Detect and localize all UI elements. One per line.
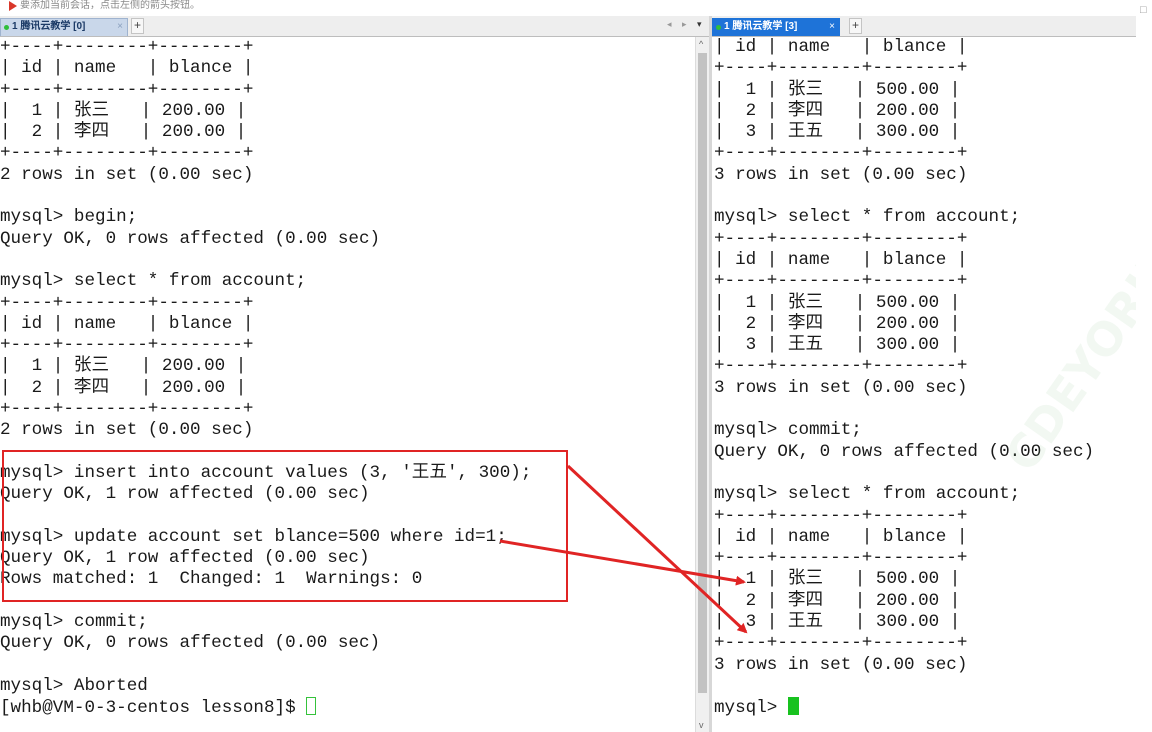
scroll-up-icon[interactable]: ^ (699, 39, 703, 49)
terminal-line: mysql> select * from account; (714, 207, 1021, 228)
terminal-line: +----+--------+--------+ (714, 228, 968, 249)
prompt-text: mysql> (714, 698, 788, 719)
tab-right-session[interactable]: 1 腾讯云教学 [3] × (712, 18, 840, 36)
terminal-line: | 2 | 李四 | 200.00 | (0, 377, 247, 398)
terminal-line: +----+--------+--------+ (714, 271, 968, 292)
terminal-line: | id | name | blance | (0, 58, 254, 79)
terminal-line: | 2 | 李四 | 200.00 | (714, 313, 961, 334)
tab-close-icon[interactable]: × (117, 19, 123, 35)
terminal-line: mysql> begin; (0, 207, 138, 228)
left-tab-bar: 1 腾讯云教学 [0] × + ◂ ▸ ▾ (0, 16, 709, 37)
session-hint-text: 要添加当前会话，点击左侧的箭头按钮。 (20, 0, 200, 11)
terminal-line: +----+--------+--------+ (714, 58, 968, 79)
terminal-line: | 1 | 张三 | 500.00 | (714, 569, 961, 590)
terminal-line: 3 rows in set (0.00 sec) (714, 654, 968, 675)
terminal-line: | id | name | blance | (714, 249, 968, 270)
terminal-line: Query OK, 0 rows affected (0.00 sec) (0, 633, 381, 654)
terminal-line: +----+--------+--------+ (0, 335, 254, 356)
terminal-line: +----+--------+--------+ (714, 143, 968, 164)
pane-divider[interactable] (709, 16, 712, 732)
terminal-line: 3 rows in set (0.00 sec) (714, 164, 968, 185)
tab-left-session[interactable]: 1 腾讯云教学 [0] × (0, 18, 128, 36)
terminal-line: | 1 | 张三 | 200.00 | (0, 100, 247, 121)
terminal-line: | id | name | blance | (714, 526, 968, 547)
prompt-text: [whb@VM-0-3-centos lesson8]$ (0, 698, 307, 719)
terminal-line: +----+--------+--------+ (0, 37, 254, 57)
terminal-cursor-active (787, 697, 799, 716)
scroll-thumb[interactable] (698, 53, 707, 693)
tab-close-icon[interactable]: × (829, 19, 835, 35)
terminal-line: mysql> Aborted (0, 675, 148, 696)
right-tab-bar: 1 腾讯云教学 [3] × + (712, 16, 1136, 37)
right-edge-strip: □ (1136, 0, 1152, 732)
tab-label: 1 腾讯云教学 [3] (724, 21, 798, 32)
terminal-line: | 1 | 张三 | 500.00 | (714, 79, 961, 100)
terminal-line: +----+--------+--------+ (0, 79, 254, 100)
annotation-box (2, 450, 568, 602)
terminal-line: | 3 | 王五 | 300.00 | (714, 122, 961, 143)
tab-list-dropdown-icon[interactable]: ▾ (697, 19, 702, 30)
prompt-line: [whb@VM-0-3-centos lesson8]$ (0, 697, 695, 718)
tab-scroll-arrows[interactable]: ◂ ▸ (667, 19, 691, 30)
terminal-line: Query OK, 0 rows affected (0.00 sec) (714, 441, 1095, 462)
terminal-line: mysql> select * from account; (0, 271, 307, 292)
flag-icon (9, 1, 17, 11)
tab-label: 1 腾讯云教学 [0] (12, 21, 86, 32)
terminal-line: | 1 | 张三 | 200.00 | (0, 356, 247, 377)
status-dot-icon (4, 25, 9, 30)
left-terminal-output: +----+--------+--------+ | id | name | bl… (0, 37, 695, 719)
terminal-line: +----+--------+--------+ (714, 548, 968, 569)
scroll-down-icon[interactable]: v (699, 720, 704, 730)
left-scrollbar[interactable]: ^ v (695, 37, 709, 732)
terminal-line: +----+--------+--------+ (0, 143, 254, 164)
left-terminal[interactable]: +----+--------+--------+ | id | name | bl… (0, 37, 695, 732)
terminal-line: | 3 | 王五 | 300.00 | (714, 612, 961, 633)
terminal-line: | 2 | 李四 | 200.00 | (714, 590, 961, 611)
add-tab-button[interactable]: + (849, 18, 862, 34)
terminal-line: Query OK, 0 rows affected (0.00 sec) (0, 228, 381, 249)
terminal-line: +----+--------+--------+ (0, 292, 254, 313)
prompt-line: mysql> (714, 697, 1136, 718)
terminal-cursor-inactive (306, 697, 317, 716)
session-hint-bar: 要添加当前会话，点击左侧的箭头按钮。 (0, 0, 1152, 14)
terminal-line: | 1 | 张三 | 500.00 | (714, 292, 961, 313)
terminal-line: mysql> commit; (0, 612, 148, 633)
terminal-line: | 2 | 李四 | 200.00 | (714, 100, 961, 121)
terminal-line: | id | name | blance | (714, 37, 968, 57)
terminal-line: | 2 | 李四 | 200.00 | (0, 122, 247, 143)
terminal-line: 2 rows in set (0.00 sec) (0, 164, 254, 185)
status-dot-icon (716, 25, 721, 30)
terminal-line: mysql> select * from account; (714, 484, 1021, 505)
terminal-line: +----+--------+--------+ (0, 399, 254, 420)
add-tab-button[interactable]: + (131, 18, 144, 34)
terminal-line: +----+--------+--------+ (714, 633, 968, 654)
terminal-line: 2 rows in set (0.00 sec) (0, 420, 254, 441)
terminal-line: | id | name | blance | (0, 313, 254, 334)
terminal-line: +----+--------+--------+ (714, 505, 968, 526)
window-edge-icon: □ (1140, 4, 1147, 16)
